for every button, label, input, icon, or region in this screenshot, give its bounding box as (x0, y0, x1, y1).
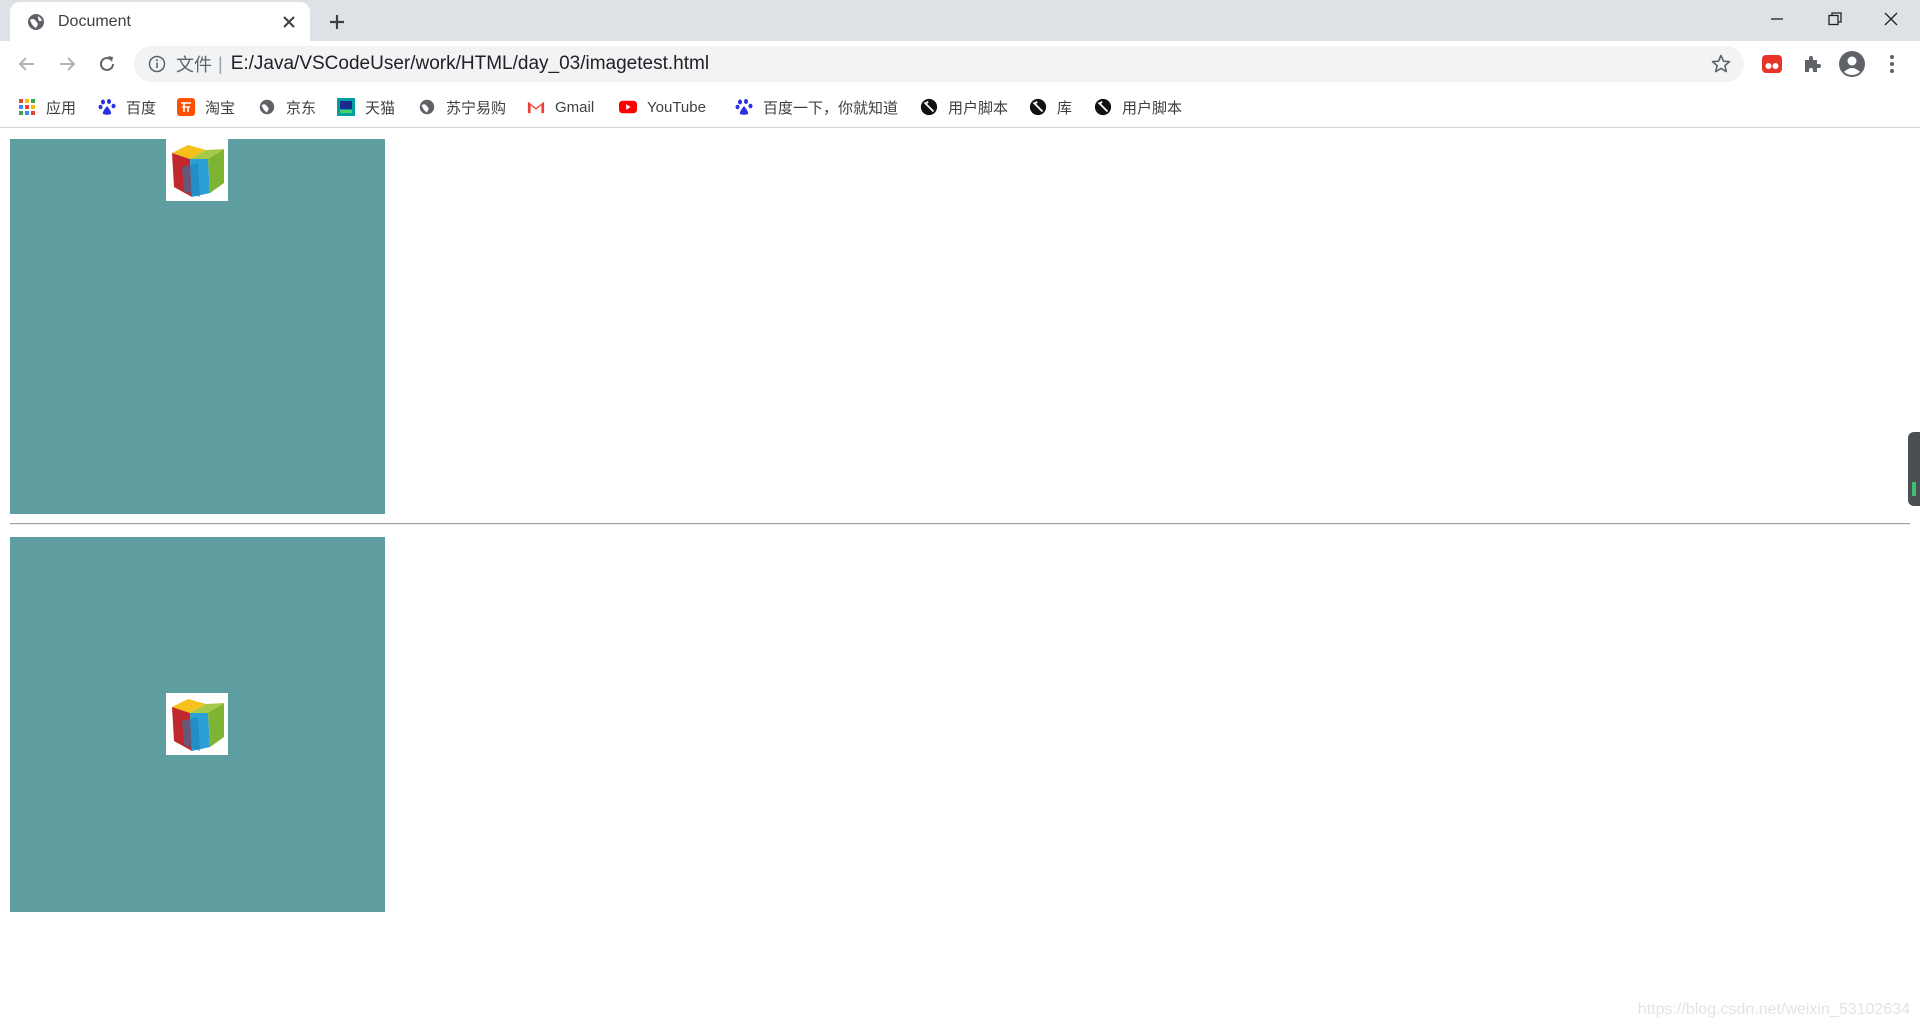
taobao-icon (177, 98, 195, 116)
profile-avatar-icon[interactable] (1837, 49, 1867, 79)
bookmark-label: 百度一下，你就知道 (763, 99, 899, 117)
extension-red-icon[interactable] (1757, 49, 1787, 79)
baidu-paw-icon (98, 99, 116, 115)
bookmark-label: 淘宝 (205, 99, 236, 117)
bookmark-userscript-2[interactable]: 用户脚本 (1094, 95, 1182, 119)
baidu-paw-icon (735, 99, 753, 115)
bookmark-label: 用户脚本 (948, 99, 1009, 117)
close-tab-icon[interactable] (276, 9, 302, 35)
image-container-top (10, 139, 385, 514)
tab-strip: Document (0, 0, 1920, 41)
cube-logo-icon (172, 145, 224, 197)
reload-button[interactable] (91, 48, 123, 80)
browser-toolbar: 文件 | E:/Java/VSCodeUser/work/HTML/day_03… (0, 41, 1920, 87)
arrow-right-icon (60, 57, 76, 71)
userscript-icon (1094, 98, 1112, 116)
tab-title: Document (58, 12, 131, 30)
bookmark-label: YouTube (647, 98, 706, 116)
bookmark-jd[interactable]: 京东 (258, 95, 316, 119)
scheme-separator: | (218, 53, 223, 74)
side-panel-indicator (1912, 482, 1916, 496)
forward-button[interactable] (51, 48, 83, 80)
bookmark-suning[interactable]: 苏宁易购 (418, 95, 506, 119)
close-window-button[interactable] (1862, 0, 1920, 38)
tmall-icon (337, 98, 355, 116)
bookmark-label: 百度 (126, 99, 157, 117)
bookmark-label: 库 (1057, 99, 1073, 117)
arrow-left-icon (18, 57, 34, 71)
bookmark-label: Gmail (555, 98, 595, 116)
bookmark-library[interactable]: 库 (1029, 95, 1072, 119)
minimize-button[interactable] (1748, 0, 1806, 38)
globe-icon (419, 99, 435, 115)
bookmark-label: 京东 (286, 99, 317, 117)
bookmark-label: 天猫 (365, 99, 396, 117)
bookmark-youtube[interactable]: YouTube (619, 95, 706, 119)
back-button[interactable] (11, 48, 43, 80)
bookmark-baidu[interactable]: 百度 (98, 95, 156, 119)
image-container-bottom (10, 537, 385, 912)
youtube-icon (619, 100, 637, 114)
bookmark-apps[interactable]: 应用 (18, 95, 76, 119)
horizontal-rule (10, 523, 1910, 525)
cube-image (166, 693, 228, 755)
extensions-puzzle-icon[interactable] (1797, 49, 1827, 79)
apps-grid-icon (19, 99, 35, 115)
tab-document[interactable]: Document (10, 2, 310, 41)
bookmark-userscript-1[interactable]: 用户脚本 (920, 95, 1008, 119)
reload-icon (100, 56, 114, 71)
bookmark-label: 用户脚本 (1122, 99, 1183, 117)
watermark: https://blog.csdn.net/weixin_53102634 (1637, 1001, 1910, 1018)
address-bar[interactable]: 文件 | E:/Java/VSCodeUser/work/HTML/day_03… (134, 46, 1744, 82)
bookmark-tmall[interactable]: 天猫 (337, 95, 395, 119)
userscript-icon (920, 98, 938, 116)
bookmark-star-icon[interactable] (1710, 53, 1732, 75)
side-panel-handle[interactable] (1908, 432, 1920, 506)
url-text[interactable]: E:/Java/VSCodeUser/work/HTML/day_03/imag… (231, 53, 1710, 75)
bookmark-label: 应用 (46, 99, 77, 117)
bookmarks-bar: 应用 百度 淘宝 京东 天猫 苏宁易购 Gmail YouTube 百度一下，你… (0, 87, 1920, 128)
cube-logo-icon (172, 699, 224, 751)
gmail-icon (527, 101, 545, 114)
info-icon[interactable] (148, 55, 166, 73)
userscript-icon (1029, 98, 1047, 116)
menu-kebab-icon[interactable] (1877, 49, 1907, 79)
bookmark-gmail[interactable]: Gmail (527, 95, 594, 119)
globe-icon (259, 99, 275, 115)
globe-icon (28, 13, 44, 30)
bookmark-baidu-search[interactable]: 百度一下，你就知道 (735, 95, 898, 119)
bookmark-taobao[interactable]: 淘宝 (177, 95, 235, 119)
scheme-label: 文件 (176, 55, 212, 75)
new-tab-button[interactable] (322, 7, 352, 37)
bookmark-label: 苏宁易购 (446, 99, 507, 117)
cube-image (166, 139, 228, 201)
restore-button[interactable] (1806, 0, 1864, 38)
